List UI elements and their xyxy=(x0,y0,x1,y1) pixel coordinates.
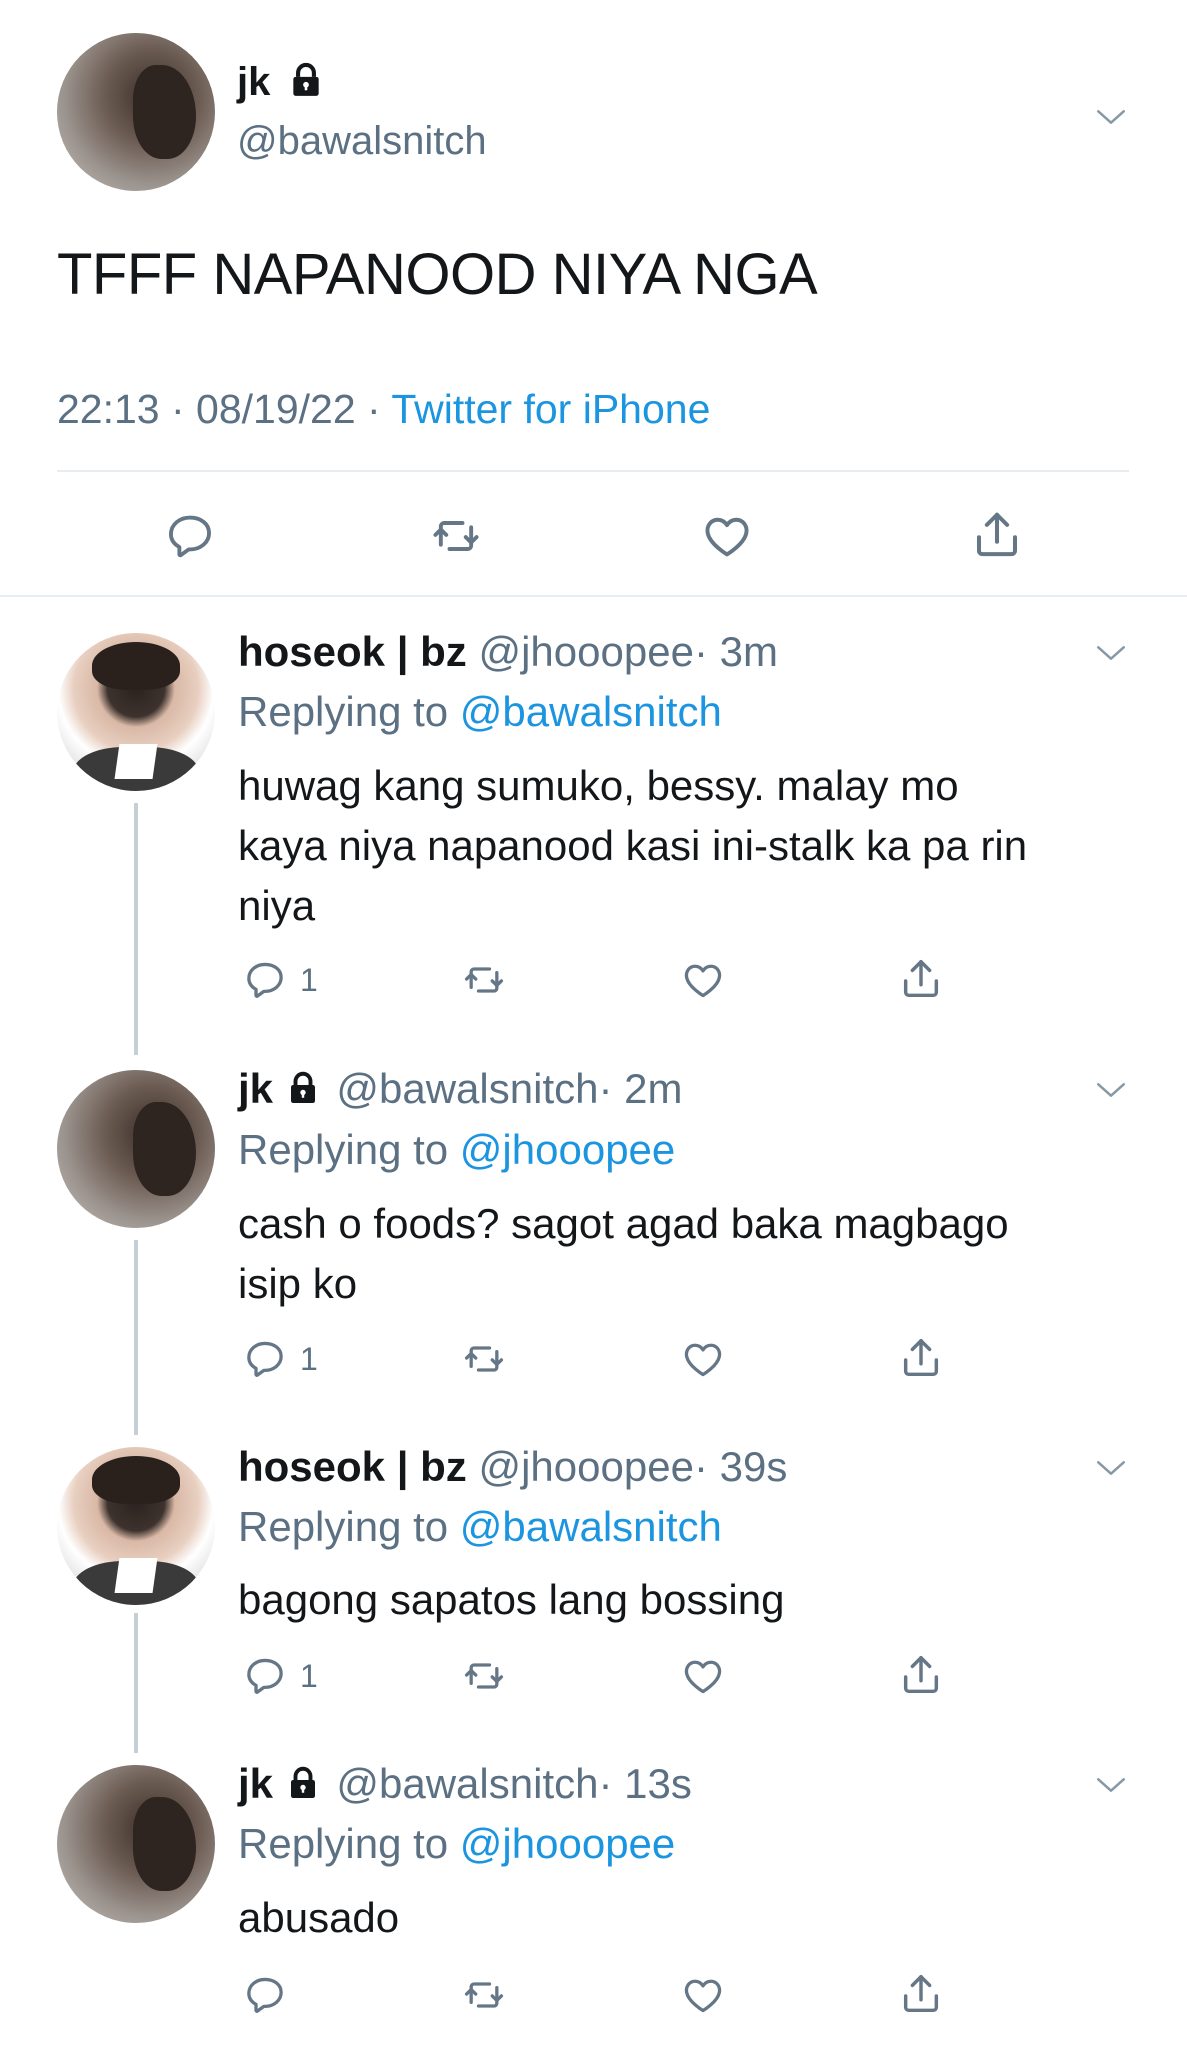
chevron-down-icon[interactable] xyxy=(1094,1073,1128,1107)
replying-prefix: Replying to xyxy=(238,688,449,735)
retweet-icon[interactable] xyxy=(428,510,484,562)
like-icon[interactable] xyxy=(680,1973,726,2017)
replying-to-link[interactable]: @bawalsnitch xyxy=(460,1503,722,1550)
author-name[interactable]: hoseok | bz xyxy=(238,628,467,675)
reply-text-line: huwag kang sumuko, bessy. malay mo xyxy=(238,762,959,809)
reply-text-line: niya xyxy=(238,882,316,929)
replying-to-link[interactable]: @jhooopee xyxy=(460,1820,675,1867)
avatar-hair xyxy=(132,1101,197,1197)
reply-icon[interactable] xyxy=(243,1337,287,1381)
like-icon[interactable] xyxy=(680,958,726,1002)
avatar[interactable] xyxy=(57,1070,215,1228)
author-handle[interactable]: @bawalsnitch xyxy=(336,1760,598,1807)
replying-prefix: Replying to xyxy=(238,1126,449,1173)
share-icon[interactable] xyxy=(898,1335,944,1381)
reply-header: hoseok | bz @jhooopee· 3m xyxy=(238,626,778,678)
author-handle[interactable]: @jhooopee xyxy=(478,628,693,675)
tweet-time: 22:13 · 08/19/22 · xyxy=(57,386,381,432)
avatar-collar xyxy=(114,743,158,779)
replying-to: Replying to @bawalsnitch xyxy=(238,686,722,738)
reply-time: · 3m xyxy=(693,628,778,675)
avatar[interactable] xyxy=(57,33,215,191)
reply-text-line: kaya niya napanood kasi ini-stalk ka pa … xyxy=(238,822,1028,869)
tweet-source-link[interactable]: Twitter for iPhone xyxy=(391,386,710,432)
lock-icon xyxy=(285,1765,321,1801)
avatar[interactable] xyxy=(57,1765,215,1923)
like-icon[interactable] xyxy=(700,510,754,562)
reply-time: · 13s xyxy=(598,1760,692,1807)
thread-line xyxy=(134,1613,138,1753)
chevron-down-icon[interactable] xyxy=(1094,1768,1128,1802)
chevron-down-icon[interactable] xyxy=(1094,636,1128,670)
share-icon[interactable] xyxy=(898,956,944,1002)
reply-text: huwag kang sumuko, bessy. malay mo kaya … xyxy=(238,756,1027,936)
reply-text-line: cash o foods? sagot agad baka magbago xyxy=(238,1200,1009,1247)
avatar-collar xyxy=(114,1557,158,1593)
tweet-text: TFFF NAPANOOD NIYA NGA xyxy=(57,242,818,307)
author-name: jk xyxy=(237,60,271,104)
lock-icon xyxy=(285,1070,321,1106)
replying-to-link[interactable]: @jhooopee xyxy=(460,1126,675,1173)
reply-icon[interactable] xyxy=(243,1973,287,2017)
replying-to: Replying to @bawalsnitch xyxy=(238,1501,722,1553)
avatar-hair xyxy=(91,1456,181,1504)
reply-icon[interactable] xyxy=(243,1654,287,1698)
author-name[interactable]: jk xyxy=(238,1760,273,1807)
author-name[interactable]: jk xyxy=(238,1065,273,1112)
avatar-hair xyxy=(132,64,197,160)
retweet-icon[interactable] xyxy=(460,1973,508,2017)
reply-icon[interactable] xyxy=(164,510,216,562)
chevron-down-icon[interactable] xyxy=(1094,1451,1128,1485)
divider xyxy=(0,595,1187,597)
replying-prefix: Replying to xyxy=(238,1820,449,1867)
thread-line xyxy=(134,803,138,1055)
reply-text-line: isip ko xyxy=(238,1260,358,1307)
reply-time: · 39s xyxy=(693,1443,788,1490)
retweet-icon[interactable] xyxy=(460,1337,508,1381)
author-name-row[interactable]: jk xyxy=(237,58,325,106)
replying-to: Replying to @jhooopee xyxy=(238,1818,675,1870)
author-handle[interactable]: @bawalsnitch xyxy=(237,117,487,165)
lock-icon xyxy=(287,61,325,99)
avatar[interactable] xyxy=(57,633,215,791)
reply-icon[interactable] xyxy=(243,958,287,1002)
thread-line xyxy=(134,1240,138,1435)
reply-text: bagong sapatos lang bossing xyxy=(238,1570,784,1630)
retweet-icon[interactable] xyxy=(460,1654,508,1698)
reply-count: 1 xyxy=(300,962,318,998)
tweet-meta: 22:13 · 08/19/22 · Twitter for iPhone xyxy=(57,385,710,433)
author-handle[interactable]: @jhooopee xyxy=(478,1443,693,1490)
share-icon[interactable] xyxy=(898,1971,944,2017)
reply-text: abusado xyxy=(238,1888,399,1948)
avatar[interactable] xyxy=(57,1447,215,1605)
reply-header: hoseok | bz @jhooopee· 39s xyxy=(238,1441,787,1493)
share-icon[interactable] xyxy=(970,508,1024,562)
reply-header: jk @bawalsnitch· 2m xyxy=(238,1063,682,1115)
reply-header: jk @bawalsnitch· 13s xyxy=(238,1758,692,1810)
reply-text-line: bagong sapatos lang bossing xyxy=(238,1576,785,1623)
replying-to: Replying to @jhooopee xyxy=(238,1124,675,1176)
reply-count: 1 xyxy=(300,1341,318,1377)
author-handle[interactable]: @bawalsnitch xyxy=(336,1065,598,1112)
replying-to-link[interactable]: @bawalsnitch xyxy=(460,688,722,735)
like-icon[interactable] xyxy=(680,1337,726,1381)
avatar-hair xyxy=(91,642,181,690)
avatar-hair xyxy=(132,1796,197,1892)
like-icon[interactable] xyxy=(680,1654,726,1698)
retweet-icon[interactable] xyxy=(460,958,508,1002)
chevron-down-icon[interactable] xyxy=(1094,100,1128,134)
reply-time: · 2m xyxy=(598,1065,683,1112)
author-name[interactable]: hoseok | bz xyxy=(238,1443,467,1490)
reply-count: 1 xyxy=(300,1658,318,1694)
replying-prefix: Replying to xyxy=(238,1503,449,1550)
divider xyxy=(57,470,1129,472)
reply-text-line: abusado xyxy=(238,1894,400,1941)
reply-text: cash o foods? sagot agad baka magbago is… xyxy=(238,1194,1009,1314)
share-icon[interactable] xyxy=(898,1652,944,1698)
